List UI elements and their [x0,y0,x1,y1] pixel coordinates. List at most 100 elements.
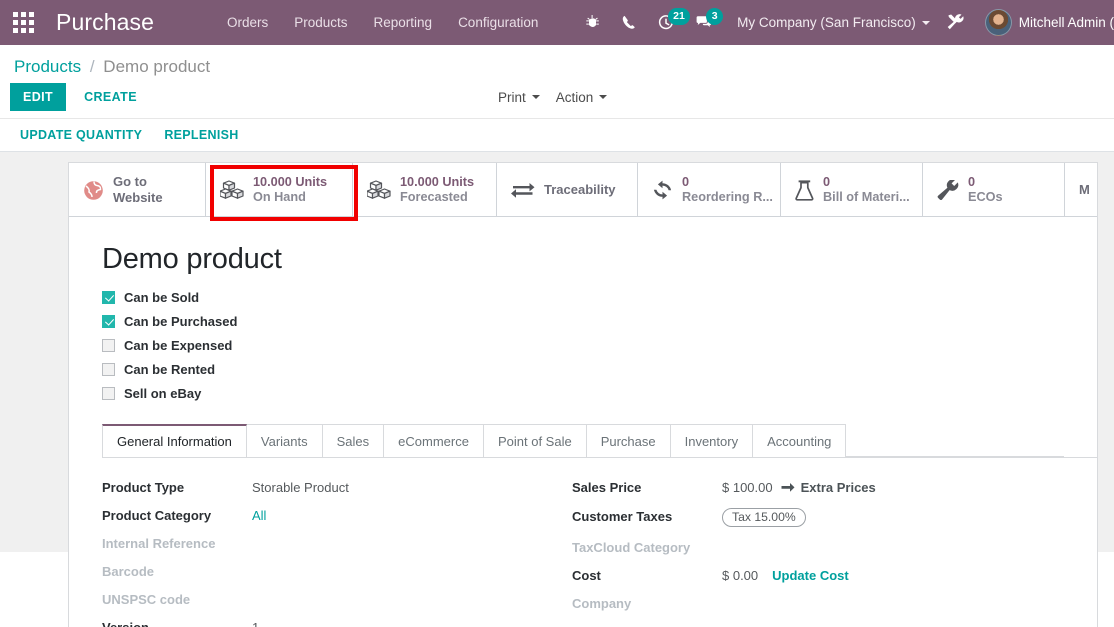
field-row-cost: Cost $ 0.00 Update Cost [572,568,1012,583]
tabs-filler [845,424,1064,457]
tools-icon[interactable] [936,0,975,45]
checkbox-can-be-sold[interactable] [102,291,115,304]
field-label: Customer Taxes [572,509,673,524]
company-selector[interactable]: My Company (San Francisco) [723,15,936,30]
create-button[interactable]: CREATE [71,83,150,111]
edit-button[interactable]: EDIT [10,83,67,111]
form-column-left: Product Type Storable Product Product Ca… [102,480,572,627]
update-quantity-button[interactable]: UPDATE QUANTITY [20,128,142,142]
record-sub-buttons-row: UPDATE QUANTITY REPLENISH [0,118,1114,151]
field-value-product-type[interactable]: Storable Product [252,480,349,495]
product-form-sheet: Go to Website 10.000 Units On Hand 10.00… [68,162,1098,627]
stat-button-text: 10.000 Units Forecasted [400,175,474,206]
tab-sales[interactable]: Sales [321,424,385,457]
apps-menu-toggle[interactable] [0,0,46,45]
checkbox-can-be-rented[interactable] [102,363,115,376]
stat-line-1: Go to [113,174,147,190]
checkbox-sell-on-ebay[interactable] [102,387,115,400]
stat-label: On Hand [253,190,306,204]
navbar-right-group: 21 3 My Company (San Francisco) Mitchell… [575,0,1114,45]
extra-prices-label: Extra Prices [800,480,876,495]
stat-button-truncated[interactable]: M [1065,163,1097,216]
field-label: Sales Price [572,480,642,495]
tab-general-information[interactable]: General Information [102,424,247,457]
breadcrumb-parent-link[interactable]: Products [14,57,81,76]
checkbox-can-be-purchased[interactable] [102,315,115,328]
stat-label: Forecasted [400,190,468,204]
tab-purchase[interactable]: Purchase [585,424,671,457]
checkbox-can-be-expensed[interactable] [102,339,115,352]
stat-button-forecasted[interactable]: 10.000 Units Forecasted [353,163,497,216]
globe-icon [83,180,104,201]
chevron-down-icon [531,95,540,99]
field-value-product-category[interactable]: All [252,508,266,523]
breadcrumb-current: Demo product [103,57,211,76]
apps-grid-icon [12,12,34,33]
menu-item-orders[interactable]: Orders [214,0,281,45]
stat-button-ecos[interactable]: 0 ECOs [923,163,1065,216]
field-row-sales-price: Sales Price $ 100.00 Extra Prices [572,480,1012,495]
field-value-sales-price: $ 100.00 Extra Prices [722,480,876,495]
field-label: Version [102,620,252,627]
field-value-version[interactable]: 1 [252,620,259,627]
menu-item-products[interactable]: Products [281,0,360,45]
update-cost-link[interactable]: Update Cost [772,568,849,583]
stat-line-2: Website [113,190,163,205]
stat-label: M [1079,182,1090,198]
field-row-barcode: Barcode [102,564,572,579]
checkbox-row-can-be-sold: Can be Sold [102,290,1097,305]
checkbox-label: Can be Sold [124,290,200,305]
tab-point-of-sale[interactable]: Point of Sale [482,424,587,457]
chevron-down-icon [921,20,930,25]
replenish-button[interactable]: REPLENISH [164,128,238,142]
stat-button-bill-of-materials[interactable]: 0 Bill of Materi... [781,163,923,216]
stat-value: 0 [823,174,831,189]
stat-button-reordering-rules[interactable]: 0 Reordering R... [638,163,781,216]
field-label: Company [572,596,632,611]
stat-button-text: 10.000 Units On Hand [253,175,327,206]
field-value-customer-taxes: Tax 15.00% [722,508,806,527]
checkbox-label: Can be Purchased [124,314,238,329]
cost-amount[interactable]: $ 0.00 [722,568,758,583]
breadcrumb-separator: / [89,57,95,76]
stat-button-box: Go to Website 10.000 Units On Hand 10.00… [69,163,1097,217]
checkbox-label: Sell on eBay [124,386,202,401]
field-label: UNSPSC code [102,592,191,607]
control-panel-dropdowns: Print Action [498,90,608,105]
stat-value: 10.000 Units [400,174,475,189]
activity-clock-icon[interactable]: 21 [647,0,690,45]
tab-accounting[interactable]: Accounting [752,424,847,457]
tab-ecommerce[interactable]: eCommerce [383,424,484,457]
user-menu[interactable]: Mitchell Admin ( [975,9,1114,36]
field-row-company: Company [572,596,1012,611]
tab-variants[interactable]: Variants [245,424,323,457]
app-brand-title: Purchase [56,9,154,35]
control-panel: Products / Demo product EDIT CREATE Prin… [0,45,1114,152]
action-dropdown[interactable]: Action [556,90,608,105]
print-dropdown[interactable]: Print [498,90,540,105]
phone-icon[interactable] [611,0,647,45]
extra-prices-link[interactable]: Extra Prices [781,480,876,495]
messages-icon[interactable]: 3 [685,0,724,45]
menu-item-reporting[interactable]: Reporting [361,0,446,45]
stat-button-go-to-website[interactable]: Go to Website [69,163,206,216]
wrench-icon [937,180,959,200]
sales-price-amount[interactable]: $ 100.00 [722,480,773,495]
tab-inventory[interactable]: Inventory [669,424,754,457]
stat-button-text: Go to Website [113,174,163,206]
action-dropdown-label: Action [555,89,594,105]
bug-icon[interactable] [575,0,611,45]
checkbox-label: Can be Expensed [124,338,233,353]
stat-label: Reordering R... [682,190,773,204]
checkbox-row-can-be-purchased: Can be Purchased [102,314,1097,329]
tax-tag[interactable]: Tax 15.00% [722,508,806,527]
field-label: Product Type [102,480,185,495]
stat-button-on-hand[interactable]: 10.000 Units On Hand [206,163,353,216]
field-row-unspsc-code: UNSPSC code [102,592,572,607]
menu-item-configuration[interactable]: Configuration [445,0,551,45]
field-label: Barcode [102,564,155,579]
stat-button-traceability[interactable]: Traceability [497,163,638,216]
field-row-taxcloud-category: TaxCloud Category [572,540,1012,555]
field-row-product-type: Product Type Storable Product [102,480,572,495]
field-row-product-category: Product Category All [102,508,572,523]
